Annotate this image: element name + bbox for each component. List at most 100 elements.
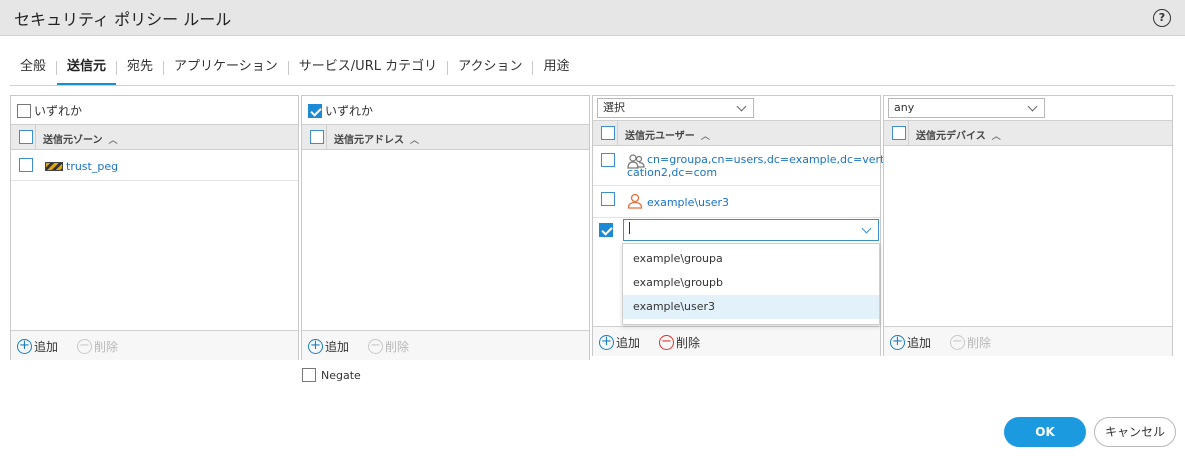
address-header-label[interactable]: 送信元アドレス ︿ bbox=[334, 131, 419, 146]
address-any-checkbox[interactable] bbox=[308, 103, 322, 118]
user-type-select[interactable]: 選択 bbox=[597, 98, 754, 118]
zone-any-toggle[interactable]: いずれか bbox=[17, 102, 82, 119]
dropdown-option[interactable]: example\groupb bbox=[623, 271, 879, 295]
add-label: 追加 bbox=[907, 336, 932, 350]
negate-checkbox[interactable] bbox=[302, 368, 316, 382]
user-header-label[interactable]: 送信元ユーザー ︿ bbox=[625, 127, 710, 142]
delete-label: 削除 bbox=[94, 340, 119, 354]
add-icon: + bbox=[599, 335, 614, 350]
device-footer: + 追加 − 削除 bbox=[884, 326, 1172, 356]
delete-icon: − bbox=[659, 335, 674, 350]
user-type-select-value: 選択 bbox=[603, 101, 625, 114]
chevron-down-icon[interactable] bbox=[861, 223, 872, 234]
delete-icon: − bbox=[950, 335, 965, 350]
delete-icon: − bbox=[77, 339, 92, 354]
table-row[interactable]: cn=groupa,cn=users,dc=example,dc=vertifi… bbox=[593, 148, 894, 186]
user-link[interactable]: example\user3 bbox=[647, 196, 729, 209]
column-divider bbox=[617, 121, 618, 145]
user-input-value[interactable] bbox=[629, 222, 630, 234]
device-select-value: any bbox=[894, 101, 915, 114]
tab-bar: 全般 送信元 宛先 アプリケーション サービス/URL カテゴリ アクション 用途 bbox=[10, 56, 1175, 86]
address-any-label: いずれか bbox=[325, 104, 374, 118]
device-select[interactable]: any bbox=[888, 98, 1045, 118]
zone-delete-button[interactable]: − 削除 bbox=[77, 338, 118, 355]
address-footer: + 追加 − 削除 bbox=[302, 330, 589, 360]
zone-icon bbox=[45, 162, 63, 171]
user-select-all-checkbox[interactable] bbox=[601, 126, 615, 140]
row-checkbox[interactable] bbox=[19, 158, 33, 172]
user-header-text: 送信元ユーザー bbox=[625, 131, 695, 142]
negate-toggle[interactable]: Negate bbox=[302, 368, 361, 382]
address-add-button[interactable]: + 追加 bbox=[308, 338, 349, 355]
address-any-toggle[interactable]: いずれか bbox=[308, 102, 373, 119]
delete-label: 削除 bbox=[676, 336, 701, 350]
tab-general[interactable]: 全般 bbox=[10, 56, 56, 85]
sort-ascending-icon[interactable]: ︿ bbox=[410, 136, 419, 146]
delete-icon: − bbox=[368, 339, 383, 354]
device-column-header: 送信元デバイス ︿ bbox=[884, 120, 1172, 146]
zone-footer: + 追加 − 削除 bbox=[11, 330, 298, 360]
user-input-combobox[interactable] bbox=[623, 219, 879, 241]
column-divider bbox=[908, 121, 909, 145]
delete-label: 削除 bbox=[967, 336, 992, 350]
negate-label: Negate bbox=[321, 368, 361, 382]
table-row[interactable]: trust_peg bbox=[11, 152, 298, 181]
chevron-down-icon bbox=[736, 101, 747, 112]
user-group-link[interactable]: cn=groupa,cn=users,dc=example,dc=vertifi… bbox=[627, 153, 894, 179]
dialog-title: セキュリティ ポリシー ルール bbox=[14, 10, 232, 29]
zone-header-label[interactable]: 送信元ゾーン ︿ bbox=[43, 131, 118, 146]
column-divider bbox=[35, 125, 36, 149]
add-label: 追加 bbox=[325, 340, 350, 354]
row-checkbox[interactable] bbox=[601, 192, 615, 206]
user-icon bbox=[627, 193, 643, 209]
add-label: 追加 bbox=[616, 336, 641, 350]
tab-service-url-category[interactable]: サービス/URL カテゴリ bbox=[289, 56, 447, 85]
zone-select-all-checkbox[interactable] bbox=[19, 130, 33, 144]
user-delete-button[interactable]: − 削除 bbox=[659, 334, 700, 351]
source-zone-panel: いずれか 送信元ゾーン ︿ trust_peg + 追加 − 削除 bbox=[10, 95, 299, 360]
cancel-button[interactable]: キャンセル bbox=[1094, 417, 1176, 447]
ok-button[interactable]: OK bbox=[1004, 417, 1086, 447]
address-select-all-checkbox[interactable] bbox=[310, 130, 324, 144]
user-add-button[interactable]: + 追加 bbox=[599, 334, 640, 351]
help-icon[interactable]: ? bbox=[1153, 9, 1171, 27]
user-group-line1: cn=groupa,cn=users,dc=example,dc=vertifi bbox=[647, 153, 895, 166]
sort-ascending-icon[interactable]: ︿ bbox=[701, 132, 710, 142]
zone-header-text: 送信元ゾーン bbox=[43, 135, 103, 146]
address-column-header: 送信元アドレス ︿ bbox=[302, 124, 589, 150]
user-group-line2: cation2,dc=com bbox=[627, 166, 718, 179]
source-address-panel: いずれか 送信元アドレス ︿ + 追加 − 削除 bbox=[301, 95, 590, 360]
tab-application[interactable]: アプリケーション bbox=[164, 56, 288, 85]
zone-column-header: 送信元ゾーン ︿ bbox=[11, 124, 298, 150]
user-column-header: 送信元ユーザー ︿ bbox=[593, 120, 880, 146]
user-footer: + 追加 − 削除 bbox=[593, 326, 880, 356]
device-delete-button[interactable]: − 削除 bbox=[950, 334, 991, 351]
tab-source[interactable]: 送信元 bbox=[57, 56, 117, 85]
row-checkbox[interactable] bbox=[599, 223, 613, 237]
tab-destination[interactable]: 宛先 bbox=[117, 56, 163, 85]
address-delete-button[interactable]: − 削除 bbox=[368, 338, 409, 355]
zone-any-checkbox[interactable] bbox=[17, 103, 31, 118]
chevron-down-icon bbox=[1027, 101, 1038, 112]
device-add-button[interactable]: + 追加 bbox=[890, 334, 931, 351]
table-row-editing[interactable] bbox=[593, 219, 880, 245]
add-icon: + bbox=[308, 339, 323, 354]
dropdown-option[interactable]: example\groupa bbox=[623, 247, 879, 271]
table-row[interactable]: example\user3 bbox=[593, 187, 880, 218]
zone-link[interactable]: trust_peg bbox=[66, 160, 118, 173]
address-header-text: 送信元アドレス bbox=[334, 135, 404, 146]
user-dropdown-list: example\groupa example\groupb example\us… bbox=[622, 243, 880, 325]
sort-ascending-icon[interactable]: ︿ bbox=[992, 132, 1001, 142]
tab-usage[interactable]: 用途 bbox=[533, 56, 579, 85]
title-bar: セキュリティ ポリシー ルール ? bbox=[0, 0, 1185, 36]
sort-ascending-icon[interactable]: ︿ bbox=[109, 136, 118, 146]
device-select-all-checkbox[interactable] bbox=[892, 126, 906, 140]
zone-add-button[interactable]: + 追加 bbox=[17, 338, 58, 355]
device-header-text: 送信元デバイス bbox=[916, 131, 986, 142]
tab-actions[interactable]: アクション bbox=[448, 56, 532, 85]
row-checkbox[interactable] bbox=[601, 153, 615, 167]
device-header-label[interactable]: 送信元デバイス ︿ bbox=[916, 127, 1001, 142]
dropdown-option-highlighted[interactable]: example\user3 bbox=[623, 295, 879, 319]
column-divider bbox=[326, 125, 327, 149]
zone-any-label: いずれか bbox=[34, 104, 83, 118]
